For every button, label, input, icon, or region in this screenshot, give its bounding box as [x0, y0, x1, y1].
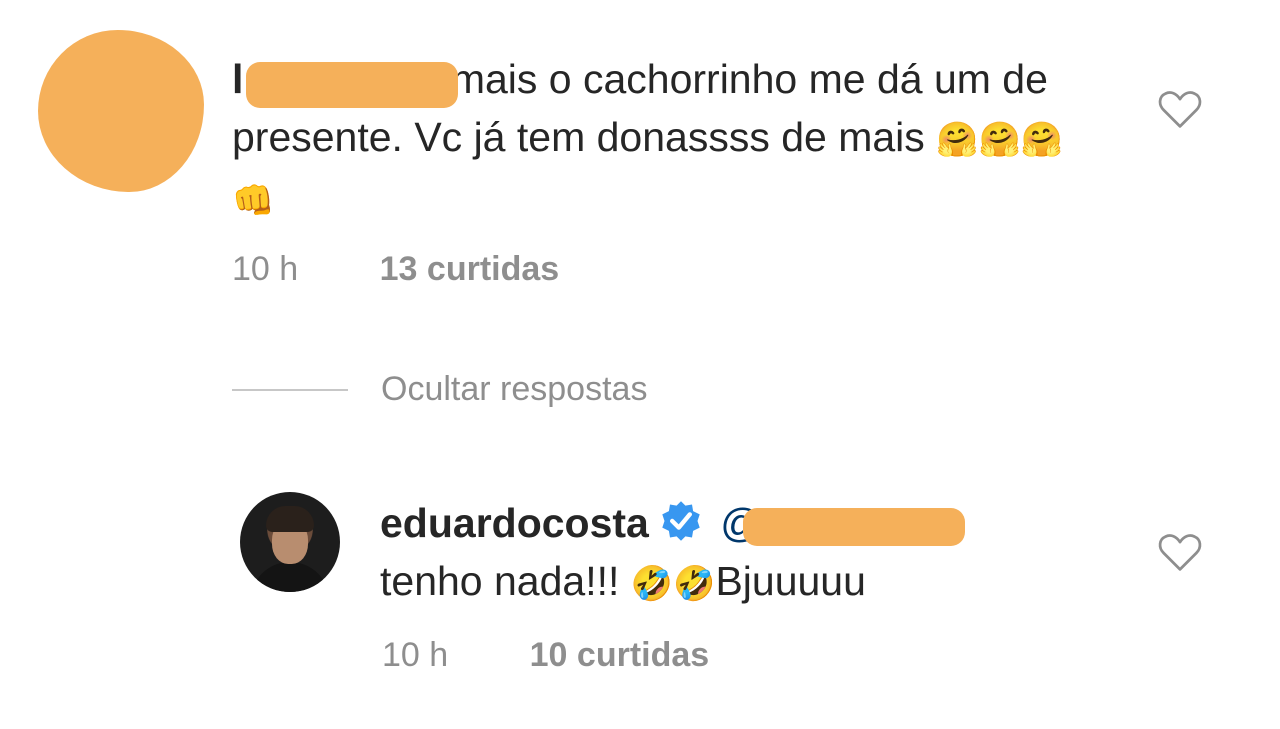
avatar-shirt	[250, 562, 330, 592]
reply-likes[interactable]: 10 curtidas	[530, 636, 710, 674]
avatar-hair	[266, 506, 314, 532]
comment-username[interactable]: l 10	[232, 56, 458, 108]
reply-text: eduardocosta @ 10 tenho nada!!! 🤣🤣Bjuuuu…	[380, 494, 1120, 613]
heart-icon[interactable]	[1158, 533, 1202, 573]
replies-divider	[232, 389, 348, 391]
redaction-mark	[742, 508, 965, 546]
redaction-mark	[246, 62, 458, 108]
redacted-avatar[interactable]	[38, 30, 204, 192]
comment-likes[interactable]: 13 curtidas	[380, 250, 560, 288]
heart-icon[interactable]	[1158, 90, 1202, 130]
hide-replies-button[interactable]: Ocultar respostas	[381, 370, 647, 409]
emoji-group: 🤣🤣	[630, 565, 716, 603]
reply-username[interactable]: eduardocosta	[380, 500, 649, 546]
mention-link[interactable]: @ 10	[709, 500, 965, 546]
avatar[interactable]	[240, 492, 340, 592]
verified-badge-icon	[662, 501, 700, 541]
reply-body-start: tenho nada!!!	[380, 558, 631, 604]
reply-body-end: Bjuuuuu	[715, 558, 866, 604]
reply-meta: 10 h 10 curtidas	[382, 636, 709, 675]
reply-timestamp: 10 h	[382, 636, 449, 674]
comment-timestamp: 10 h	[232, 250, 299, 288]
comment-text: l 10 Vc não mais o cachorrinho me dá um …	[232, 50, 1102, 230]
comment-meta: 10 h 13 curtidas	[232, 250, 559, 289]
